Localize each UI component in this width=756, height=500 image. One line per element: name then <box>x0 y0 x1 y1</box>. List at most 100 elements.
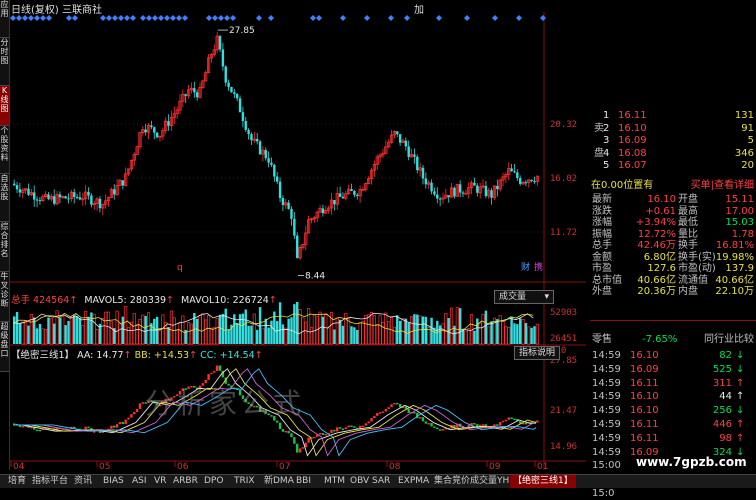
indicator-bar <box>498 422 502 426</box>
indicator-tab-8[interactable]: TRIX <box>234 475 255 488</box>
signal-diamond <box>16 15 22 21</box>
volume-bar-down <box>524 323 528 344</box>
volume-bar-up <box>189 323 193 345</box>
volume-bar-up <box>115 310 119 345</box>
industry-row[interactable]: 零售 -7.65% 同行业比较 <box>590 334 756 346</box>
signal-diamond <box>310 15 316 21</box>
indicator-tab-6[interactable]: ARBR <box>173 475 198 488</box>
candle-down <box>18 189 22 193</box>
left-tab-5[interactable]: 综合排名 <box>0 222 9 272</box>
candle-down <box>321 208 325 214</box>
indicator-help-button[interactable]: 指标说明 <box>514 346 561 360</box>
indicator-tab-15[interactable]: 集合竞价成交量YH <box>434 475 509 488</box>
volume-dropdown[interactable]: 成交量 ▾ <box>494 290 554 304</box>
indicator-name[interactable]: 【绝密三线1】 <box>11 350 74 361</box>
candle-down <box>396 131 399 135</box>
volume-bar-down <box>270 320 273 344</box>
signal-diamond <box>340 15 346 21</box>
volume-bar-down <box>64 325 67 344</box>
candle-down <box>155 132 159 138</box>
position-bar[interactable]: 在0.00位置有 买单|查看详细 <box>590 180 756 192</box>
volume-bar-down <box>398 320 402 344</box>
price-axis-label: 20.32 <box>550 120 577 130</box>
left-tab-7[interactable]: 超级盘口 <box>0 322 9 372</box>
mavol5-value: 280339 <box>129 295 167 306</box>
indicator-tab-10[interactable]: BBI <box>296 475 311 488</box>
volume-bar-down <box>121 316 125 344</box>
signal-diamond <box>540 15 546 21</box>
left-tab-3[interactable]: 个股资料 <box>0 126 9 174</box>
left-tab-2[interactable]: K线图 <box>0 86 9 126</box>
tick-row: 14:59 16.11 446 ↑ <box>592 419 745 430</box>
left-tab-4[interactable]: 自选股 <box>0 174 9 222</box>
indicator-tab-4[interactable]: ASI <box>132 475 147 488</box>
indicator-axis-label: 21.47 <box>550 406 577 416</box>
candle-down <box>153 127 156 133</box>
candle-down <box>281 197 285 206</box>
indicator-bar <box>350 425 353 428</box>
indicator-tab-3[interactable]: BIAS <box>103 475 124 488</box>
indicator-tab-13[interactable]: SAR <box>372 475 390 488</box>
candle-down <box>430 182 433 192</box>
volume-bar-up <box>141 314 145 345</box>
quote-stat-row: 涨跌 +0.61 最高 17.00 <box>592 205 754 217</box>
quote-stat-row: 外盘 20.36万 内盘 22.10万 <box>592 286 754 297</box>
indicator-bar <box>421 417 425 422</box>
q-marker: q <box>177 263 183 273</box>
left-tab-1[interactable]: 分时图 <box>0 38 9 86</box>
candle-down <box>287 202 290 209</box>
indicator-tab-14[interactable]: EXPMA <box>398 475 429 488</box>
volume-bar-down <box>461 329 465 344</box>
indicator-bar <box>398 403 402 408</box>
volume-bar-up <box>361 320 365 345</box>
order-book-row: 3 16.09 5 <box>603 135 754 146</box>
left-tab-6[interactable]: 牛叉诊断 <box>0 272 9 322</box>
indicator-tab-1[interactable]: 指标平台 <box>32 475 68 488</box>
candle-down <box>90 195 93 205</box>
volume-bar-up <box>444 312 448 345</box>
signal-diamond <box>118 15 124 21</box>
volume-bar-down <box>195 318 199 344</box>
indicator-bar <box>21 425 24 428</box>
volume-bar-down <box>510 316 513 344</box>
candle-down <box>278 181 282 198</box>
indicator-bar <box>507 417 510 420</box>
volume-bar-down <box>287 318 290 344</box>
candle-down <box>73 192 76 198</box>
signal-diamond <box>224 15 230 21</box>
mavol10-label: MAVOL10: <box>181 295 230 306</box>
indicator-bar <box>124 419 127 425</box>
candle-down <box>87 191 90 196</box>
indicator-bar <box>524 422 528 425</box>
volume-bar-down <box>293 304 296 344</box>
volume-bar-down <box>250 325 253 344</box>
x-axis-label: 07 <box>279 462 290 470</box>
left-tab-0[interactable]: 应用 <box>0 0 9 38</box>
indicator-tab-5[interactable]: VR <box>154 475 166 488</box>
signal-diamond <box>40 15 46 21</box>
indicator-tab-9[interactable]: 新DMA <box>264 475 294 488</box>
indicator-tab-7[interactable]: DPO <box>204 475 223 488</box>
indicator-tab-12[interactable]: OBV <box>350 475 369 488</box>
volume-bar-up <box>69 316 73 345</box>
indicator-bar <box>278 422 282 430</box>
indicator-bar <box>393 402 396 405</box>
volume-axis-label: 52903 <box>550 308 577 318</box>
indicator-bar <box>296 443 299 453</box>
candle-down <box>264 150 267 159</box>
candle-down <box>13 183 16 186</box>
volume-bar-up <box>252 313 256 345</box>
candle-down <box>516 172 519 179</box>
volume-bar-up <box>378 315 382 345</box>
indicator-bar <box>87 426 90 429</box>
indicator-tab-11[interactable]: MTM <box>324 475 345 488</box>
indicator-tab-0[interactable]: 培育 <box>8 475 26 488</box>
volume-bar-down <box>530 327 533 344</box>
candle-down <box>490 190 493 198</box>
chevron-down-icon: ▾ <box>544 292 549 302</box>
indicator-tab-2[interactable]: 资讯 <box>74 475 92 488</box>
signal-diamond <box>176 15 182 21</box>
indicator-tab-16[interactable]: 【绝密三线1】 <box>510 475 576 488</box>
candle-down <box>250 134 253 141</box>
candle-down <box>496 185 499 190</box>
